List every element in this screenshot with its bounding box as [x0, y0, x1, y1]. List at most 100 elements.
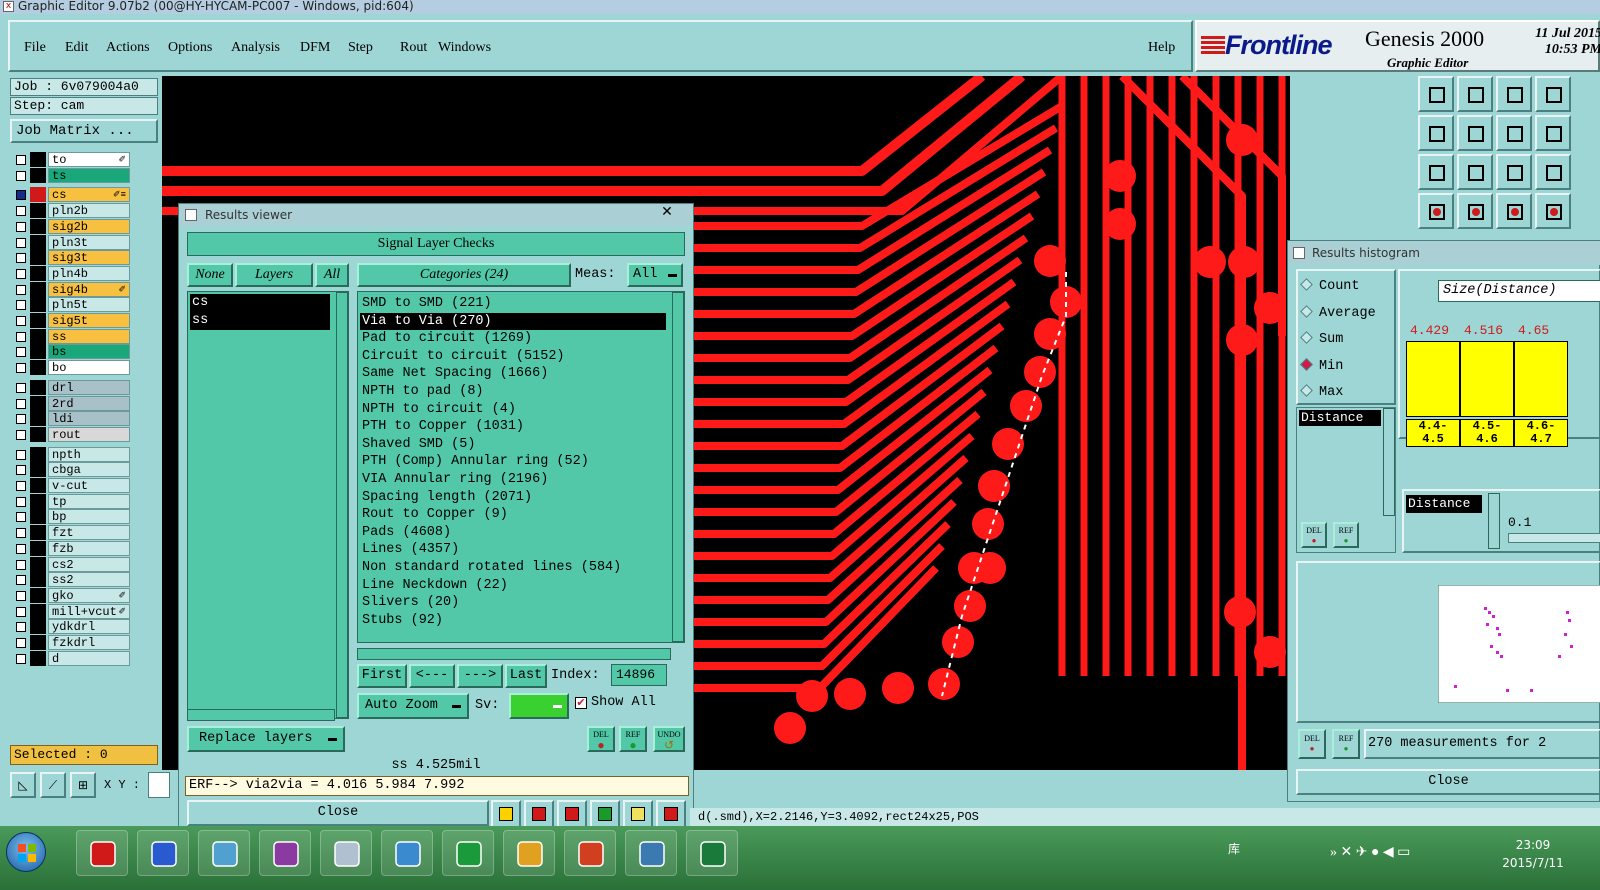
- layer-checkbox[interactable]: [16, 481, 26, 491]
- layer-row-cs2[interactable]: cs2: [12, 556, 130, 572]
- taskbar-graphic-editor-icon[interactable]: [259, 830, 311, 876]
- layer-row-fzt[interactable]: fzt: [12, 525, 130, 541]
- home-icon[interactable]: [1496, 76, 1532, 112]
- layer-name[interactable]: sig2b: [48, 218, 130, 234]
- taskbar-genesis-icon[interactable]: [76, 830, 128, 876]
- menu-file[interactable]: File: [24, 40, 46, 56]
- layer-checkbox[interactable]: [16, 449, 26, 460]
- histogram-bar[interactable]: [1514, 341, 1568, 417]
- layer-row-ldi[interactable]: ldi: [12, 411, 130, 427]
- category-item[interactable]: Spacing length (2071): [360, 489, 666, 507]
- grid-icon[interactable]: ⊞: [70, 772, 96, 798]
- menu-analysis[interactable]: Analysis: [231, 40, 280, 56]
- layer-checkbox[interactable]: [16, 237, 26, 248]
- layer-checkbox[interactable]: [16, 622, 26, 633]
- layer-checkbox[interactable]: [16, 206, 26, 217]
- layer-name[interactable]: gko ✐: [48, 587, 130, 603]
- layer-checkbox[interactable]: [16, 316, 26, 326]
- distance-slider[interactable]: [1508, 533, 1600, 543]
- category-item[interactable]: Stubs (92): [360, 612, 666, 630]
- layout-icon[interactable]: [1535, 76, 1571, 112]
- zoom-home-icon[interactable]: [1418, 76, 1454, 112]
- step-icon[interactable]: [1496, 115, 1532, 151]
- list-item[interactable]: ss: [190, 312, 330, 330]
- layer-checkbox[interactable]: [16, 300, 26, 311]
- clear-icon[interactable]: [557, 800, 587, 828]
- hist2-del-button[interactable]: DEL ●: [1298, 729, 1326, 759]
- layer-name[interactable]: ts: [48, 167, 130, 183]
- count-icon[interactable]: [590, 800, 620, 828]
- ruler-icon[interactable]: ⟋: [40, 772, 66, 798]
- layer-row-bp[interactable]: bp: [12, 509, 130, 525]
- layer-name[interactable]: pln2b: [48, 203, 130, 219]
- layer-row-sig4b[interactable]: sig4b ✐: [12, 281, 130, 297]
- layer-checkbox[interactable]: [16, 284, 26, 295]
- category-item[interactable]: Pads (4608): [360, 524, 666, 542]
- layer-checkbox[interactable]: [16, 543, 26, 554]
- layer-name[interactable]: d: [48, 650, 130, 666]
- histogram-close-button[interactable]: Close: [1296, 769, 1600, 795]
- layer-name[interactable]: cbga: [48, 462, 130, 478]
- layer-checkbox[interactable]: [16, 653, 26, 664]
- layer-name[interactable]: ldi: [48, 411, 130, 427]
- category-item[interactable]: PTH (Comp) Annular ring (52): [360, 453, 666, 471]
- radio-average[interactable]: Average: [1300, 304, 1376, 321]
- hist-ref-button[interactable]: REF ●: [1333, 522, 1359, 548]
- category-item[interactable]: Circuit to circuit (5152): [360, 348, 666, 366]
- category-item[interactable]: NPTH to pad (8): [360, 383, 666, 401]
- layer-row-cs[interactable]: cs ✐≡: [12, 187, 130, 203]
- layer-name[interactable]: cs2: [48, 556, 130, 572]
- split-icon[interactable]: [1535, 115, 1571, 151]
- taskbar-network-icon[interactable]: [625, 830, 677, 876]
- layer-name[interactable]: bp: [48, 509, 130, 525]
- layer-checkbox[interactable]: [16, 170, 26, 181]
- layer-row-npth[interactable]: npth: [12, 446, 130, 462]
- hist2-ref-button[interactable]: REF ●: [1332, 729, 1360, 759]
- layer-row-v-cut[interactable]: v-cut: [12, 478, 130, 493]
- layer-row-pln2b[interactable]: pln2b: [12, 203, 130, 219]
- category-item[interactable]: Shaved SMD (5): [360, 436, 666, 454]
- layer-checkbox[interactable]: [16, 429, 26, 440]
- category-item[interactable]: NPTH to circuit (4): [360, 401, 666, 419]
- layer-name[interactable]: bs: [48, 344, 130, 360]
- layer-checkbox[interactable]: [16, 331, 26, 342]
- menu-help[interactable]: Help: [1148, 40, 1175, 56]
- layer-checkbox[interactable]: [16, 638, 26, 648]
- fit-all-icon[interactable]: [1457, 154, 1493, 190]
- menu-options[interactable]: Options: [168, 40, 212, 56]
- layer-row-ts[interactable]: ts: [12, 167, 130, 183]
- layer-row-pln4b[interactable]: pln4b: [12, 265, 130, 281]
- layer-checkbox[interactable]: [16, 382, 26, 393]
- index-input[interactable]: 14896: [611, 664, 667, 686]
- layer-row-drl[interactable]: drl: [12, 379, 130, 395]
- undo-button[interactable]: UNDO ↺: [653, 726, 685, 752]
- layer-name[interactable]: pln3t: [48, 234, 130, 250]
- layer-name[interactable]: drl: [48, 379, 130, 395]
- distance-scrollbar[interactable]: [1383, 408, 1395, 516]
- notes-icon[interactable]: [623, 800, 653, 828]
- menu-edit[interactable]: Edit: [65, 40, 88, 56]
- layer-name[interactable]: v-cut: [48, 478, 130, 493]
- category-item[interactable]: Line Neckdown (22): [360, 577, 666, 595]
- layer-name[interactable]: npth: [48, 446, 130, 462]
- histogram-bar[interactable]: [1406, 341, 1460, 417]
- layer-row-sig3t[interactable]: sig3t: [12, 250, 130, 266]
- layer-name[interactable]: sig5t: [48, 313, 130, 328]
- taskbar-notepad-icon[interactable]: [381, 830, 433, 876]
- radio-max[interactable]: Max: [1300, 384, 1343, 400]
- none-button[interactable]: None: [187, 263, 233, 287]
- layer-row-pln5t[interactable]: pln5t: [12, 297, 130, 313]
- input-language[interactable]: 库: [1228, 840, 1240, 857]
- category-item[interactable]: Non standard rotated lines (584): [360, 559, 666, 577]
- layer-checkbox[interactable]: [16, 268, 26, 279]
- category-item[interactable]: Via to Via (270): [360, 312, 666, 331]
- layer-checkbox[interactable]: [16, 363, 26, 374]
- taskbar-shell-icon[interactable]: [503, 830, 555, 876]
- taskbar-presentation-icon[interactable]: [564, 830, 616, 876]
- layer-row-to[interactable]: to ✐: [12, 152, 130, 167]
- layer-checkbox[interactable]: [16, 575, 26, 586]
- layer-row-fzkdrl[interactable]: fzkdrl: [12, 635, 130, 650]
- layer-row-fzb[interactable]: fzb: [12, 540, 130, 556]
- layer-row-mill+vcut[interactable]: mill+vcut ✐: [12, 603, 130, 619]
- layer-name[interactable]: ss: [48, 328, 130, 344]
